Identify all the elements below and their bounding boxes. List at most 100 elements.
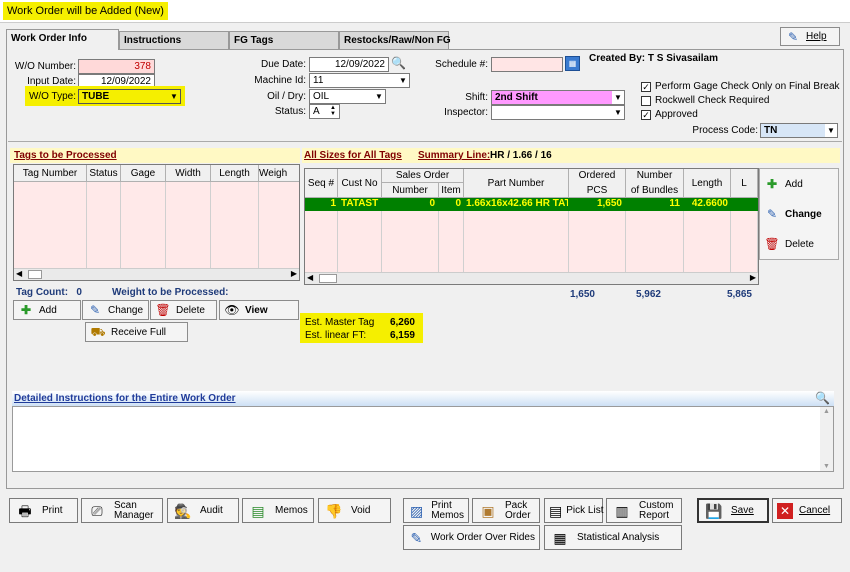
- sizes-col-header[interactable]: Sales Order: [382, 169, 464, 183]
- row-so-item: 0: [455, 198, 461, 209]
- table-row[interactable]: 1 TATAST 0 0 1.66x16x42.66 HR TAT 1,650 …: [305, 198, 758, 211]
- sizes-title[interactable]: All Sizes for All Tags: [304, 150, 402, 161]
- chevron-down-icon[interactable]: ▼: [825, 124, 837, 137]
- scroll-thumb[interactable]: [28, 270, 42, 279]
- tags-col-header[interactable]: Gage: [121, 165, 166, 182]
- instructions-title[interactable]: Detailed Instructions for the Entire Wor…: [14, 393, 236, 404]
- statistical-analysis-button[interactable]: ▦ Statistical Analysis: [544, 525, 682, 550]
- box-icon: ▣: [481, 502, 495, 519]
- pack-order-button[interactable]: ▣ Pack Order: [472, 498, 540, 523]
- sizes-col-header[interactable]: Length: [684, 169, 731, 198]
- memos-button[interactable]: ▤ Memos: [242, 498, 314, 523]
- scan-manager-button[interactable]: ⎚ Scan Manager: [81, 498, 163, 523]
- total-bundles: 5,962: [635, 289, 661, 300]
- scroll-right-icon[interactable]: ▶: [291, 269, 297, 278]
- calendar-icon[interactable]: ▦: [565, 56, 580, 71]
- inspector-label: Inspector:: [444, 107, 488, 118]
- gage-check-checkbox[interactable]: ✓: [641, 82, 651, 92]
- print-memos-button[interactable]: ▨ Print Memos: [403, 498, 469, 523]
- void-button[interactable]: 👎 Void: [318, 498, 391, 523]
- chevron-down-icon[interactable]: ▼: [168, 90, 180, 103]
- search-icon[interactable]: 🔍: [815, 391, 830, 405]
- sizes-col-header[interactable]: PCS: [569, 183, 626, 198]
- instructions-vscrollbar[interactable]: ▲ ▼: [820, 407, 833, 471]
- tags-view-button[interactable]: 👁 View: [219, 300, 299, 320]
- summary-line-label[interactable]: Summary Line:: [418, 150, 490, 161]
- instructions-textarea[interactable]: [12, 406, 834, 472]
- spinner-icon[interactable]: ▲ ▼: [327, 105, 339, 118]
- sizes-grid[interactable]: Seq # Cust No Sales Order Number Item Pa…: [304, 168, 759, 285]
- tags-col-header[interactable]: Width: [166, 165, 211, 182]
- sizes-col-header[interactable]: L: [731, 169, 758, 198]
- tags-change-button[interactable]: ✎ Change: [82, 300, 149, 320]
- shift-select[interactable]: 2nd Shift ▼: [491, 90, 625, 105]
- status-stepper[interactable]: A ▲ ▼: [309, 104, 340, 119]
- rockwell-checkbox[interactable]: [641, 96, 651, 106]
- chevron-down-icon[interactable]: ▼: [397, 74, 409, 87]
- tags-add-button[interactable]: ✚ Add: [13, 300, 81, 320]
- due-date-field[interactable]: 12/09/2022: [309, 57, 389, 72]
- approved-checkbox[interactable]: ✓: [641, 110, 651, 120]
- tags-title[interactable]: Tags to be Processed: [14, 150, 117, 161]
- sizes-col-header[interactable]: Seq #: [305, 169, 338, 198]
- tags-delete-button[interactable]: 🗑 Delete: [150, 300, 217, 320]
- process-code-value: TN: [764, 125, 778, 136]
- search-icon[interactable]: 🔍: [391, 56, 406, 70]
- scroll-up-icon[interactable]: ▲: [823, 408, 830, 415]
- scroll-down-icon[interactable]: ▼: [823, 463, 830, 470]
- save-icon: 💾: [705, 502, 723, 519]
- tags-col-header[interactable]: Tag Number: [14, 165, 87, 182]
- sizes-delete-button[interactable]: 🗑 Delete: [760, 232, 838, 256]
- sizes-col-header[interactable]: of Bundles: [626, 183, 684, 198]
- process-code-select[interactable]: TN ▼: [760, 123, 838, 138]
- chevron-down-icon[interactable]: ▼: [612, 106, 624, 119]
- sizes-hscrollbar[interactable]: ◀ ▶: [305, 272, 758, 284]
- created-by-value: T S Sivasailam: [647, 53, 718, 64]
- pick-list-button[interactable]: ▤ Pick List: [544, 498, 603, 523]
- chevron-down-icon[interactable]: ▼: [373, 90, 385, 103]
- receive-full-button[interactable]: ⛟ Receive Full: [85, 322, 188, 342]
- scroll-left-icon[interactable]: ◀: [16, 269, 22, 278]
- chevron-down-icon[interactable]: ▼: [612, 91, 624, 104]
- inspector-select[interactable]: ▼: [491, 105, 625, 120]
- print-button[interactable]: 🖶 Print: [9, 498, 78, 523]
- sizes-col-header[interactable]: Part Number: [464, 169, 569, 198]
- sizes-col-header[interactable]: Cust No: [338, 169, 382, 198]
- scroll-thumb[interactable]: [319, 274, 337, 283]
- scroll-right-icon[interactable]: ▶: [750, 273, 756, 282]
- tags-col-header[interactable]: Weigh: [259, 165, 299, 182]
- work-order-overrides-button[interactable]: ✎ Work Order Over Rides: [403, 525, 540, 550]
- sizes-col-header[interactable]: Number: [382, 183, 439, 198]
- sizes-add-button[interactable]: ✚ Add: [760, 172, 838, 196]
- tab-restocks[interactable]: Restocks/Raw/Non FG: [339, 31, 451, 50]
- tab-instructions[interactable]: Instructions: [119, 31, 229, 50]
- plus-icon: ✚: [766, 177, 778, 191]
- tags-grid[interactable]: Tag Number Status Gage Width Length Weig…: [13, 164, 300, 281]
- oil-dry-select[interactable]: OIL ▼: [309, 89, 386, 104]
- sizes-col-header[interactable]: Number: [626, 169, 684, 183]
- tab-fg-tags[interactable]: FG Tags: [229, 31, 339, 50]
- tags-col-bg: [259, 182, 299, 270]
- tags-col-header[interactable]: Length: [211, 165, 259, 182]
- audit-button[interactable]: 🕵 Audit: [167, 498, 239, 523]
- oil-dry-value: OIL: [313, 91, 330, 102]
- scroll-left-icon[interactable]: ◀: [307, 273, 313, 282]
- cancel-button[interactable]: ✕ Cancel: [772, 498, 842, 523]
- tags-add-label: Add: [39, 304, 57, 316]
- total-length: 5,865: [726, 289, 752, 300]
- sizes-col-header[interactable]: Item: [439, 183, 464, 198]
- save-button[interactable]: 💾 Save: [697, 498, 769, 523]
- sizes-col-header[interactable]: Ordered: [569, 169, 626, 183]
- schedule-field[interactable]: [491, 57, 563, 72]
- tags-hscrollbar[interactable]: ◀ ▶: [14, 268, 299, 280]
- tab-work-order-info[interactable]: Work Order Info: [6, 29, 119, 50]
- scan-manager-label: Scan Manager: [114, 500, 153, 521]
- machine-id-select[interactable]: 11 ▼: [309, 73, 410, 88]
- tags-col-header[interactable]: Status: [87, 165, 121, 182]
- help-button[interactable]: ✎ Help: [780, 27, 840, 46]
- sizes-change-button[interactable]: ✎ Change: [760, 202, 838, 226]
- custom-report-button[interactable]: ▥ Custom Report: [606, 498, 682, 523]
- wo-type-select[interactable]: TUBE ▼: [78, 89, 181, 104]
- weight-label: Weight to be Processed:: [112, 287, 229, 298]
- wo-number-field[interactable]: 378: [78, 59, 155, 74]
